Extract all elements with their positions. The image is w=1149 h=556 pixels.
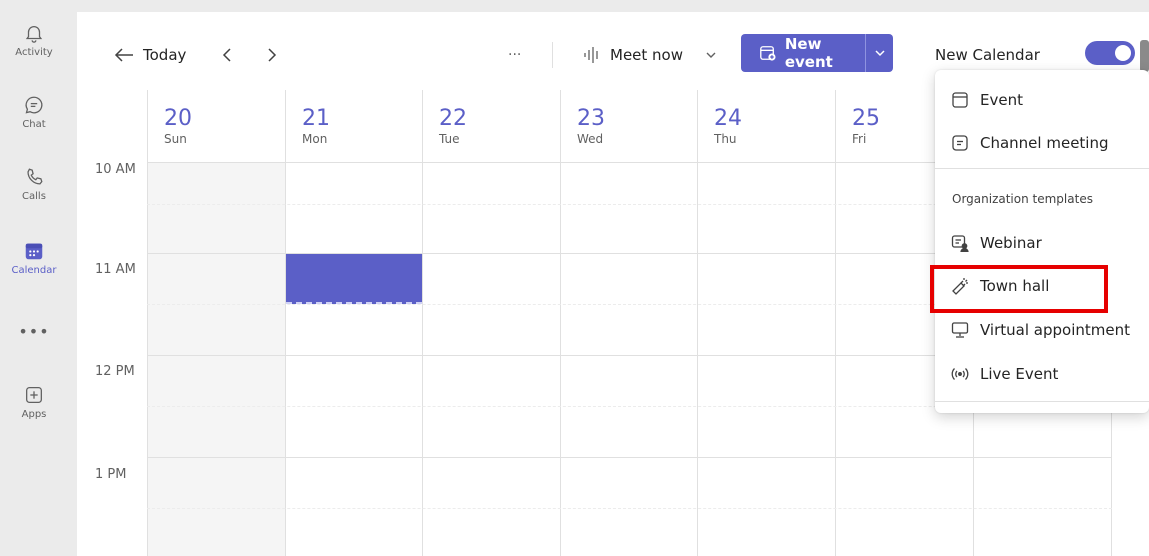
bell-icon (25, 26, 43, 43)
rail-label-calls: Calls (22, 191, 46, 202)
annotation-highlight-box (930, 265, 1108, 313)
meet-now-label: Meet now (610, 46, 684, 64)
calendar-icon (25, 243, 43, 260)
day-header-mon[interactable]: 21 Mon (286, 106, 422, 146)
day-header-thu[interactable]: 24 Thu (698, 106, 834, 146)
grid-line (147, 457, 1112, 458)
today-label: Today (143, 46, 187, 64)
day-of-week: Thu (714, 132, 737, 146)
channel-icon (952, 135, 968, 151)
broadcast-icon (951, 368, 969, 380)
grid-line (422, 90, 423, 556)
webinar-icon (951, 235, 969, 253)
menu-item-virtual-appointment[interactable]: Virtual appointment (935, 310, 1149, 350)
new-event-dropdown-button[interactable] (865, 34, 893, 72)
selected-time-slot[interactable] (286, 254, 422, 304)
grid-line (285, 90, 286, 556)
new-event-button[interactable]: New event (741, 34, 893, 72)
day-number: 24 (714, 106, 742, 131)
rail-item-calls[interactable]: Calls (0, 166, 68, 226)
app-rail: Activity Chat Calls Calendar ••• Apps (0, 12, 68, 556)
audio-wave-icon (584, 47, 598, 63)
chat-icon (25, 96, 43, 114)
menu-item-channel-meeting[interactable]: Channel meeting (935, 123, 1149, 163)
new-event-menu: Event Channel meeting Organization templ… (935, 70, 1149, 413)
add-apps-icon (26, 387, 42, 403)
chevron-right-icon (268, 48, 277, 62)
rail-item-apps[interactable]: Apps (0, 384, 68, 444)
new-calendar-toggle[interactable] (1085, 41, 1135, 65)
day-of-week: Mon (302, 132, 328, 146)
chevron-down-icon (706, 52, 716, 58)
calendar-icon (952, 92, 968, 108)
arrow-left-icon (114, 48, 133, 62)
menu-item-label: Webinar (980, 234, 1042, 252)
grid-line (560, 90, 561, 556)
phone-icon (27, 168, 43, 185)
toggle-knob (1115, 45, 1131, 61)
rail-item-chat[interactable]: Chat (0, 94, 68, 154)
day-number: 21 (302, 106, 330, 131)
menu-item-label: Virtual appointment (980, 321, 1130, 339)
new-event-main[interactable]: New event (741, 34, 865, 72)
chevron-down-icon (874, 50, 885, 57)
rail-item-activity[interactable]: Activity (0, 22, 68, 82)
window-top-strip (0, 0, 1149, 12)
menu-group-title: Organization templates (952, 192, 1093, 206)
menu-item-label: Live Event (980, 365, 1059, 383)
toolbar-divider (552, 42, 553, 68)
grid-line-half (147, 508, 1112, 509)
menu-item-live-event[interactable]: Live Event (935, 354, 1149, 394)
menu-item-label: Channel meeting (980, 134, 1109, 152)
day-header-wed[interactable]: 23 Wed (561, 106, 697, 146)
grid-line (697, 90, 698, 556)
meet-now-button[interactable]: Meet now (582, 39, 683, 71)
menu-separator (935, 168, 1149, 169)
previous-week-button[interactable] (222, 39, 234, 71)
menu-item-label: Event (980, 91, 1023, 109)
grid-line (835, 90, 836, 556)
menu-item-webinar[interactable]: Webinar (935, 223, 1149, 263)
new-event-label: New event (784, 35, 833, 71)
time-label: 1 PM (95, 467, 127, 482)
day-header-tue[interactable]: 22 Tue (423, 106, 559, 146)
time-label: 12 PM (95, 364, 135, 379)
menu-separator (935, 401, 1149, 402)
day-header-sun[interactable]: 20 Sun (148, 106, 284, 146)
scrollbar-thumb[interactable] (1140, 40, 1149, 72)
time-label: 10 AM (95, 162, 136, 177)
monitor-icon (951, 322, 969, 338)
rail-label-chat: Chat (22, 119, 46, 130)
calendar-add-icon (760, 46, 776, 61)
day-number: 22 (439, 106, 467, 131)
day-number: 20 (164, 106, 192, 131)
day-of-week: Sun (164, 132, 187, 146)
day-of-week: Tue (439, 132, 460, 146)
rail-label-activity: Activity (15, 47, 53, 58)
menu-item-event[interactable]: Event (935, 80, 1149, 120)
sunday-column-shade (148, 162, 285, 556)
rail-label-apps: Apps (21, 409, 47, 420)
time-label: 11 AM (95, 262, 136, 277)
rail-item-calendar[interactable]: Calendar (0, 240, 68, 300)
day-of-week: Wed (577, 132, 604, 146)
rail-more-button[interactable]: ••• (0, 322, 68, 341)
more-options-button[interactable]: ··· (508, 39, 521, 71)
next-week-button[interactable] (265, 39, 277, 71)
day-number: 23 (577, 106, 605, 131)
grid-line (147, 90, 148, 556)
new-calendar-label: New Calendar (935, 46, 1040, 64)
today-button[interactable]: Today (113, 39, 186, 71)
rail-label-calendar: Calendar (11, 265, 57, 276)
meet-now-dropdown[interactable] (705, 39, 717, 71)
chevron-left-icon (222, 48, 231, 62)
